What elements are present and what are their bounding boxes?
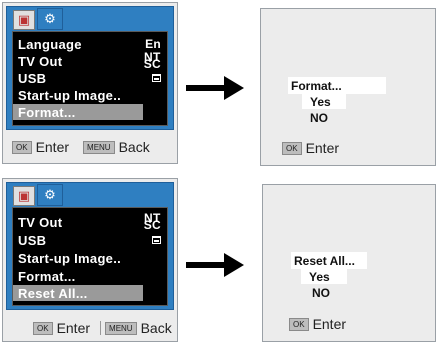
printer-icon <box>152 74 161 82</box>
menu-item-startup-image[interactable]: Start-up Image.. <box>13 250 167 266</box>
reset-dialog-panel: Reset All... Yes NO OK Enter <box>262 184 436 342</box>
camera-icon: ▣ <box>17 12 31 28</box>
camera-menu-panel-2: ▣ ⚙ TV Out NT SC USB Start-up Image.. For… <box>2 178 178 342</box>
menu-item-tv-out[interactable]: TV Out NT SC <box>13 50 167 71</box>
dialog-title: Reset All... <box>291 252 367 269</box>
tv-out-value: NT SC <box>143 211 161 232</box>
enter-label: Enter <box>312 316 347 332</box>
enter-label: Enter <box>56 320 91 336</box>
ok-key-badge: OK <box>282 141 302 155</box>
menu-item-usb[interactable]: USB <box>13 232 167 248</box>
menu-item-reset-all[interactable]: Reset All... <box>13 285 143 301</box>
menu-screen: Language En TV Out NT SC USB Start-up Ima… <box>12 31 168 126</box>
enter-label: Enter <box>35 139 70 155</box>
dialog-title: Format... <box>288 77 386 94</box>
back-label: Back <box>118 139 150 155</box>
tab-camera[interactable]: ▣ <box>13 186 35 206</box>
menu-footer: OK Enter MENU Back <box>12 139 150 155</box>
camera-menu-panel-1: ▣ ⚙ Language En TV Out NT SC USB Start-up… <box>2 2 178 164</box>
ok-key-badge: OK <box>289 317 309 331</box>
menu-key-badge: MENU <box>105 321 137 335</box>
dialog-footer: OK Enter <box>282 140 339 156</box>
tv-out-value: NT SC <box>143 50 161 71</box>
tab-settings[interactable]: ⚙ <box>37 8 63 30</box>
menu-item-format[interactable]: Format... <box>13 268 167 284</box>
menu-item-format[interactable]: Format... <box>13 104 143 120</box>
dialog-footer: OK Enter <box>289 316 346 332</box>
arrow-right-icon <box>186 253 244 277</box>
tab-camera[interactable]: ▣ <box>13 10 35 30</box>
menu-frame: ▣ ⚙ TV Out NT SC USB Start-up Image.. For… <box>6 182 174 310</box>
option-no[interactable]: NO <box>309 285 349 300</box>
menu-frame: ▣ ⚙ Language En TV Out NT SC USB Start-up… <box>6 6 174 130</box>
divider <box>100 321 102 335</box>
enter-label: Enter <box>305 140 340 156</box>
wrench-icon: ⚙ <box>44 11 56 27</box>
menu-item-startup-image[interactable]: Start-up Image.. <box>13 87 167 103</box>
ok-key-badge: OK <box>33 321 53 335</box>
language-value: En <box>145 37 161 51</box>
arrow-right-icon <box>186 76 244 100</box>
option-yes[interactable]: Yes <box>301 269 347 284</box>
menu-screen: TV Out NT SC USB Start-up Image.. Format.… <box>12 207 168 306</box>
wrench-icon: ⚙ <box>44 187 56 203</box>
back-label: Back <box>140 320 172 336</box>
menu-footer: OK Enter MENU Back <box>33 320 172 336</box>
option-yes[interactable]: Yes <box>302 94 346 109</box>
camera-icon: ▣ <box>17 188 31 204</box>
option-no[interactable]: NO <box>307 110 347 125</box>
menu-item-usb[interactable]: USB <box>13 70 167 86</box>
menu-key-badge: MENU <box>83 140 115 154</box>
menu-item-tv-out[interactable]: TV Out NT SC <box>13 211 167 232</box>
ok-key-badge: OK <box>12 140 32 154</box>
printer-icon <box>152 236 161 244</box>
tab-settings[interactable]: ⚙ <box>37 184 63 206</box>
format-dialog-panel: Format... Yes NO OK Enter <box>260 8 436 166</box>
